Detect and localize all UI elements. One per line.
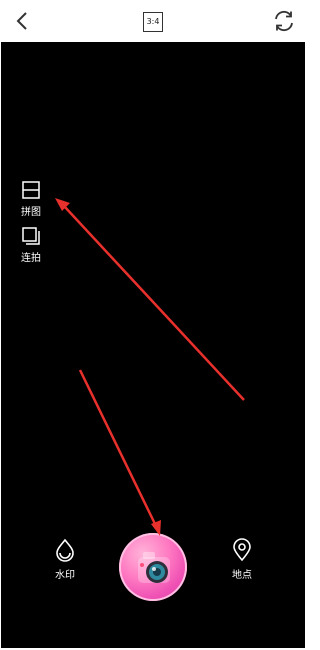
watermark-label: 水印 [55, 570, 75, 581]
watermark-button[interactable]: 水印 [45, 538, 85, 581]
burst-button[interactable]: 连拍 [14, 226, 48, 264]
aspect-ratio-button[interactable]: 3:4 [143, 12, 163, 32]
shutter-button[interactable] [119, 533, 187, 601]
top-bar: 3:4 [0, 0, 306, 42]
back-button[interactable] [12, 10, 34, 32]
location-button[interactable]: 地点 [222, 538, 262, 581]
location-pin-icon [233, 538, 251, 562]
location-label: 地点 [232, 570, 252, 581]
collage-button[interactable]: 拼图 [14, 180, 48, 218]
watermark-drop-icon [56, 538, 74, 562]
back-arrow-icon [16, 12, 27, 30]
burst-label: 连拍 [21, 253, 41, 264]
collage-label: 拼图 [21, 207, 41, 218]
burst-icon [22, 227, 40, 245]
collage-icon [22, 181, 40, 199]
camera-shutter-icon [138, 552, 170, 583]
flip-camera-button[interactable] [272, 9, 296, 33]
flip-camera-icon [275, 10, 293, 32]
